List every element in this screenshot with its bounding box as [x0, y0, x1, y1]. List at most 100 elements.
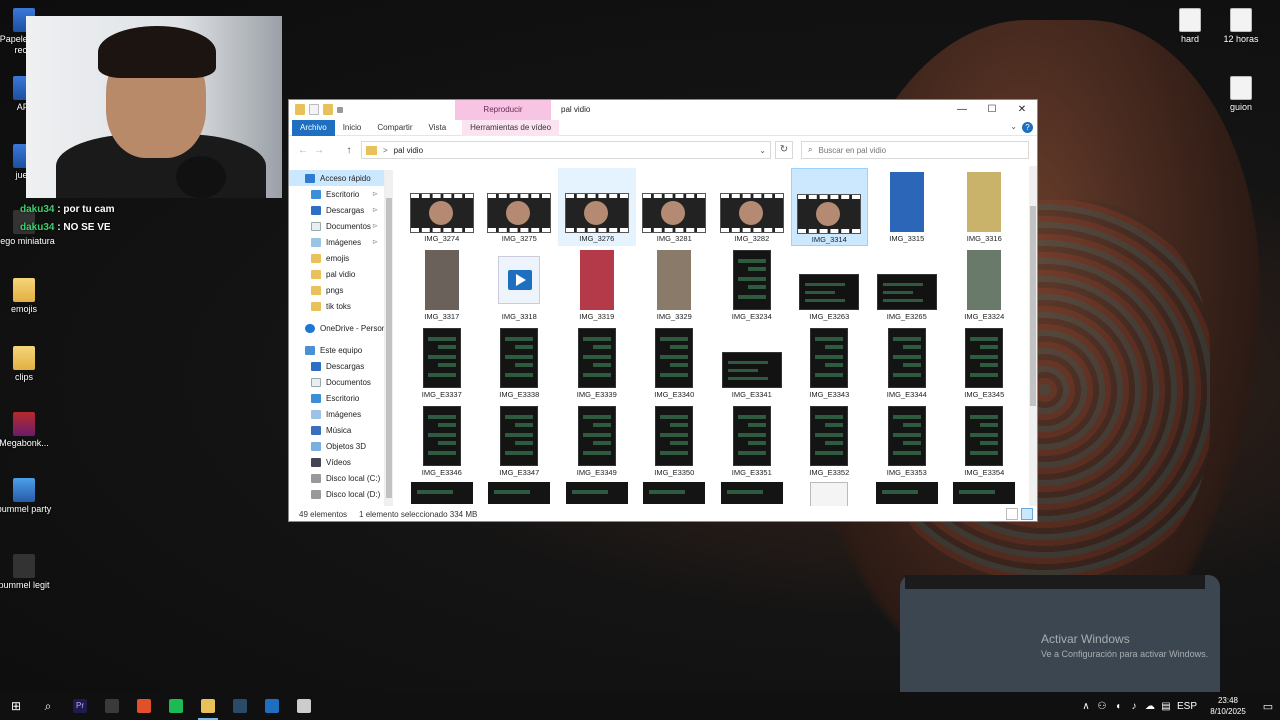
file-item[interactable]: IMG_3314: [790, 168, 868, 246]
title-bar[interactable]: Reproducir pal vidio — ☐ ✕: [289, 100, 1037, 120]
search-box[interactable]: ⌕ Buscar en pal vidio: [801, 141, 1029, 159]
nav-item[interactable]: Documentos ⊳: [289, 218, 384, 234]
file-item[interactable]: IMG_E3234: [713, 246, 791, 324]
desktop-icon[interactable]: clips: [0, 346, 56, 383]
file-item[interactable]: IMG_E3344: [868, 324, 946, 402]
desktop-icon[interactable]: emojis: [0, 278, 56, 315]
file-item[interactable]: [636, 480, 714, 506]
file-item[interactable]: IMG_E3339: [558, 324, 636, 402]
nav-item[interactable]: Imágenes: [289, 406, 384, 422]
speaker-icon[interactable]: ◖: [1110, 701, 1126, 712]
address-dropdown-icon[interactable]: ⌄: [759, 146, 766, 155]
tab-compartir[interactable]: Compartir: [369, 120, 420, 136]
nav-item[interactable]: tik toks: [289, 298, 384, 314]
file-item[interactable]: IMG_3329: [636, 246, 714, 324]
notification-icon[interactable]: ▭: [1256, 700, 1280, 713]
collapse-ribbon-icon[interactable]: ⌄: [1010, 122, 1017, 131]
search-button[interactable]: ⌕: [32, 692, 64, 720]
file-item[interactable]: [403, 480, 481, 506]
search-input[interactable]: Buscar en pal vidio: [818, 146, 886, 155]
nav-item[interactable]: pngs: [289, 282, 384, 298]
file-item[interactable]: IMG_3316: [946, 168, 1024, 246]
file-item[interactable]: [713, 480, 791, 506]
nav-item[interactable]: emojis: [289, 250, 384, 266]
file-item[interactable]: IMG_3275: [481, 168, 559, 246]
file-item[interactable]: IMG_E3343: [791, 324, 869, 402]
customize-qat-icon[interactable]: [337, 106, 343, 113]
desktop-icon[interactable]: 12 horas: [1209, 8, 1273, 45]
file-item[interactable]: [868, 480, 946, 506]
nav-item[interactable]: OneDrive - Person: [289, 320, 384, 336]
file-item[interactable]: IMG_3282: [713, 168, 791, 246]
taskbar-game-button[interactable]: [288, 692, 320, 720]
file-item[interactable]: IMG_E3354: [946, 402, 1024, 480]
file-item[interactable]: [558, 480, 636, 506]
navigation-scrollbar[interactable]: [385, 170, 393, 506]
nav-item[interactable]: Este equipo: [289, 342, 384, 358]
file-item[interactable]: IMG_E3350: [636, 402, 714, 480]
file-item[interactable]: IMG_3276: [558, 168, 636, 246]
nav-item[interactable]: Objetos 3D: [289, 438, 384, 454]
file-item[interactable]: IMG_E3353: [868, 402, 946, 480]
file-item[interactable]: IMG_E3265: [868, 246, 946, 324]
new-folder-icon[interactable]: [323, 104, 333, 115]
microphone-icon[interactable]: ♪: [1126, 701, 1142, 712]
file-item[interactable]: IMG_E3349: [558, 402, 636, 480]
file-item[interactable]: IMG_E3324: [946, 246, 1024, 324]
large-icons-view-button[interactable]: [1021, 508, 1033, 520]
up-button[interactable]: ↑: [341, 145, 357, 156]
file-item[interactable]: IMG_E3340: [636, 324, 714, 402]
nav-item[interactable]: Disco local (D:): [289, 486, 384, 502]
file-item[interactable]: IMG_E3345: [946, 324, 1024, 402]
scrollbar-thumb[interactable]: [1030, 206, 1036, 406]
taskbar-video-player-button[interactable]: [256, 692, 288, 720]
nav-item[interactable]: pal vidio: [289, 266, 384, 282]
clock[interactable]: 23:48 8/10/2025: [1200, 695, 1256, 717]
address-bar[interactable]: > pal vidio ⌄: [361, 141, 771, 159]
taskbar-obs-button[interactable]: [96, 692, 128, 720]
onedrive-icon[interactable]: ☁: [1142, 701, 1158, 712]
file-view-scrollbar[interactable]: [1029, 166, 1037, 506]
taskbar-explorer-button[interactable]: [192, 692, 224, 720]
back-button[interactable]: ←: [295, 145, 311, 156]
scrollbar-thumb[interactable]: [386, 198, 392, 498]
file-item[interactable]: IMG_E3351: [713, 402, 791, 480]
breadcrumb-current[interactable]: pal vidio: [394, 146, 423, 155]
desktop-icon[interactable]: Megabonk...: [0, 412, 56, 449]
nav-item[interactable]: Imágenes ⊳: [289, 234, 384, 250]
breadcrumb-separator[interactable]: >: [383, 146, 388, 155]
help-icon[interactable]: ?: [1022, 122, 1033, 133]
file-item[interactable]: IMG_3315: [868, 168, 946, 246]
close-button[interactable]: ✕: [1007, 100, 1037, 120]
taskbar-steam-button[interactable]: [224, 692, 256, 720]
nav-item[interactable]: Música: [289, 422, 384, 438]
taskbar-brave-button[interactable]: [128, 692, 160, 720]
file-item[interactable]: [791, 480, 869, 506]
taskbar-spotify-button[interactable]: [160, 692, 192, 720]
start-button[interactable]: ⊞: [0, 692, 32, 720]
nav-item[interactable]: Vídeos: [289, 454, 384, 470]
file-item[interactable]: IMG_3274: [403, 168, 481, 246]
desktop-icon[interactable]: pummel party: [0, 478, 56, 515]
file-item[interactable]: [946, 480, 1024, 506]
tab-inicio[interactable]: Inicio: [335, 120, 370, 136]
nav-item[interactable]: Escritorio: [289, 390, 384, 406]
file-item[interactable]: IMG_E3347: [481, 402, 559, 480]
file-item[interactable]: IMG_E3346: [403, 402, 481, 480]
file-item[interactable]: IMG_E3263: [791, 246, 869, 324]
refresh-button[interactable]: ↻: [775, 141, 793, 159]
nav-item[interactable]: Documentos: [289, 374, 384, 390]
desktop-icon[interactable]: guion: [1209, 76, 1273, 113]
nav-item[interactable]: Descargas ⊳: [289, 202, 384, 218]
file-item[interactable]: IMG_3319: [558, 246, 636, 324]
network-icon[interactable]: ⚇: [1094, 701, 1110, 712]
desktop-icon[interactable]: pummel legit: [0, 554, 56, 591]
file-item[interactable]: [481, 480, 559, 506]
file-item[interactable]: IMG_3318: [481, 246, 559, 324]
forward-button[interactable]: →: [311, 145, 327, 156]
nav-item[interactable]: Escritorio ⊳: [289, 186, 384, 202]
file-item[interactable]: IMG_E3337: [403, 324, 481, 402]
minimize-button[interactable]: —: [947, 100, 977, 120]
tab-video-tools[interactable]: Herramientas de vídeo: [462, 119, 560, 136]
tray-chevron-icon[interactable]: ∧: [1078, 701, 1094, 712]
